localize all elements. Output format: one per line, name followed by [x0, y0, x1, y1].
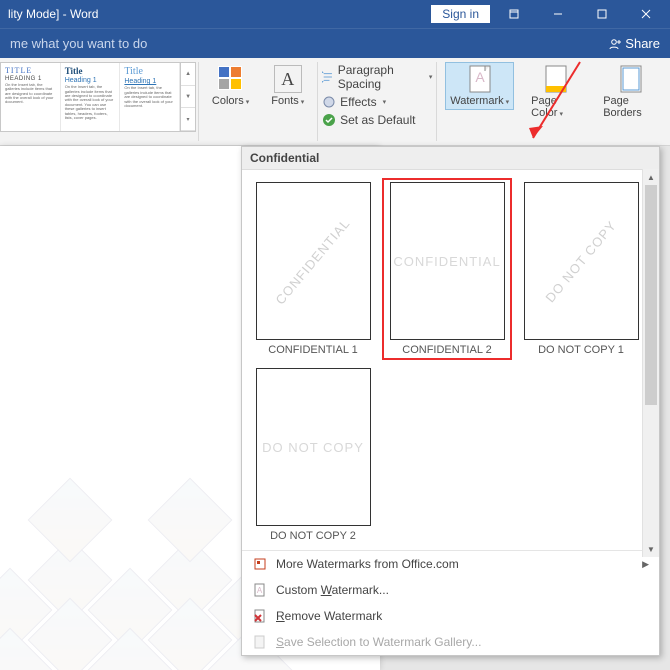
set-as-default-button[interactable]: Set as Default	[320, 112, 434, 128]
custom-watermark-icon: A	[252, 582, 268, 598]
watermark-caption: CONFIDENTIAL 1	[268, 344, 357, 356]
gallery-up-button[interactable]: ▲	[181, 63, 195, 86]
style-preset[interactable]: Title Heading 1 On the Insert tab, the g…	[120, 63, 180, 131]
style-body: On the Insert tab, the galleries include…	[5, 83, 56, 105]
page-borders-group: Page Borders	[592, 58, 670, 145]
page-color-button[interactable]: Page Color▾	[526, 62, 586, 122]
remove-watermark-item[interactable]: Remove Watermark	[242, 603, 659, 629]
gallery-more-button[interactable]: ▾	[181, 108, 195, 131]
fonts-button[interactable]: A Fonts▾	[266, 62, 309, 110]
check-icon	[322, 113, 336, 127]
watermark-gallery: CONFIDENTIAL CONFIDENTIAL 1 CONFIDENTIAL…	[242, 170, 659, 550]
effects-label: Effects	[340, 95, 376, 109]
watermark-scrollbar[interactable]: ▲ ▼	[642, 169, 659, 557]
scroll-up-button[interactable]: ▲	[643, 169, 659, 185]
submenu-arrow-icon: ▶	[642, 559, 649, 570]
watermark-button[interactable]: A Watermark▾	[445, 62, 514, 110]
gallery-spinner: ▲ ▼ ▾	[180, 63, 195, 131]
ribbon: TITLE HEADING 1 On the Insert tab, the g…	[0, 58, 670, 146]
watermark-thumb-text: DO NOT COPY	[543, 217, 620, 305]
window-title: lity Mode] - Word	[8, 7, 98, 21]
fonts-label: Fonts	[271, 95, 299, 107]
colors-icon	[217, 65, 245, 93]
share-icon	[607, 37, 621, 51]
effects-icon	[322, 95, 336, 109]
colors-button[interactable]: Colors▾	[207, 62, 254, 110]
spacing-effects-group: Paragraph Spacing▾ Effects▾ Set as Defau…	[320, 58, 434, 145]
colors-label: Colors	[212, 95, 244, 107]
style-preset[interactable]: TITLE HEADING 1 On the Insert tab, the g…	[1, 63, 61, 131]
page-borders-button[interactable]: Page Borders	[598, 62, 664, 122]
page-color-label: Page Color	[531, 95, 557, 119]
ribbon-display-options-button[interactable]	[494, 0, 534, 28]
watermark-option-do-not-copy-1[interactable]: DO NOT COPY DO NOT COPY 1	[516, 178, 646, 360]
page-color-group: Page Color▾	[520, 58, 592, 145]
watermark-caption: CONFIDENTIAL 2	[402, 344, 491, 356]
more-watermarks-item[interactable]: More Watermarks from Office.com ▶	[242, 551, 659, 577]
save-selection-icon	[252, 634, 268, 650]
remove-watermark-icon	[252, 608, 268, 624]
maximize-button[interactable]	[582, 0, 622, 28]
share-label: Share	[625, 36, 660, 51]
style-title: Title	[124, 66, 175, 78]
watermark-icon: A	[466, 65, 494, 93]
page-color-icon	[542, 65, 570, 93]
page-borders-icon	[617, 65, 645, 93]
effects-button[interactable]: Effects▾	[320, 94, 434, 110]
style-preset[interactable]: Title Heading 1 On the Insert tab, the g…	[61, 63, 121, 131]
tell-me-input[interactable]: me what you want to do	[10, 36, 147, 51]
page-borders-label: Page Borders	[603, 95, 642, 119]
scroll-down-button[interactable]: ▼	[643, 541, 659, 557]
paragraph-spacing-button[interactable]: Paragraph Spacing▾	[320, 62, 434, 92]
style-title: TITLE	[5, 66, 56, 76]
colors-group: Colors▾	[201, 58, 260, 145]
close-button[interactable]	[626, 0, 666, 28]
save-selection-item: Save Selection to Watermark Gallery...	[242, 629, 659, 655]
title-bar: lity Mode] - Word Sign in	[0, 0, 670, 28]
style-body: On the Insert tab, the galleries include…	[124, 86, 175, 108]
remove-watermark-label: Remove Watermark	[276, 609, 382, 623]
fonts-group: A Fonts▾	[260, 58, 315, 145]
scroll-thumb[interactable]	[645, 185, 657, 405]
more-watermarks-label: More Watermarks from Office.com	[276, 557, 459, 571]
watermark-menu-footer: More Watermarks from Office.com ▶ A Cust…	[242, 550, 659, 655]
minimize-button[interactable]	[538, 0, 578, 28]
svg-text:A: A	[257, 586, 263, 595]
watermark-menu: Confidential CONFIDENTIAL CONFIDENTIAL 1…	[241, 146, 660, 656]
save-selection-label: Save Selection to Watermark Gallery...	[276, 635, 481, 649]
custom-watermark-label: Custom Watermark...	[276, 583, 389, 597]
watermark-option-confidential-2[interactable]: CONFIDENTIAL CONFIDENTIAL 2	[382, 178, 512, 360]
watermark-option-do-not-copy-2[interactable]: DO NOT COPY DO NOT COPY 2	[248, 364, 378, 546]
watermark-group: A Watermark▾	[439, 58, 520, 145]
tell-me-bar: me what you want to do Share	[0, 28, 670, 58]
set-as-default-label: Set as Default	[340, 113, 415, 127]
svg-text:A: A	[475, 69, 485, 85]
office-icon	[252, 556, 268, 572]
fonts-icon: A	[274, 65, 302, 93]
style-title: Title	[65, 66, 116, 77]
share-button[interactable]: Share	[607, 36, 660, 51]
watermark-label: Watermark	[450, 95, 503, 107]
gallery-down-button[interactable]: ▼	[181, 86, 195, 109]
document-formatting-gallery[interactable]: TITLE HEADING 1 On the Insert tab, the g…	[0, 62, 196, 132]
paragraph-spacing-label: Paragraph Spacing	[338, 63, 423, 91]
watermark-caption: DO NOT COPY 1	[538, 344, 624, 356]
custom-watermark-item[interactable]: A Custom Watermark...	[242, 577, 659, 603]
paragraph-spacing-icon	[322, 70, 334, 84]
watermark-thumb-text: DO NOT COPY	[262, 440, 364, 455]
watermark-caption: DO NOT COPY 2	[270, 530, 356, 542]
sign-in-button[interactable]: Sign in	[431, 5, 490, 23]
style-body: On the Insert tab, the galleries include…	[65, 85, 116, 120]
watermark-menu-header: Confidential	[242, 147, 659, 170]
window-controls: Sign in	[431, 0, 666, 28]
watermark-thumb-text: CONFIDENTIAL	[393, 254, 500, 269]
watermark-thumb-text: CONFIDENTIAL	[273, 215, 353, 307]
watermark-option-confidential-1[interactable]: CONFIDENTIAL CONFIDENTIAL 1	[248, 178, 378, 360]
